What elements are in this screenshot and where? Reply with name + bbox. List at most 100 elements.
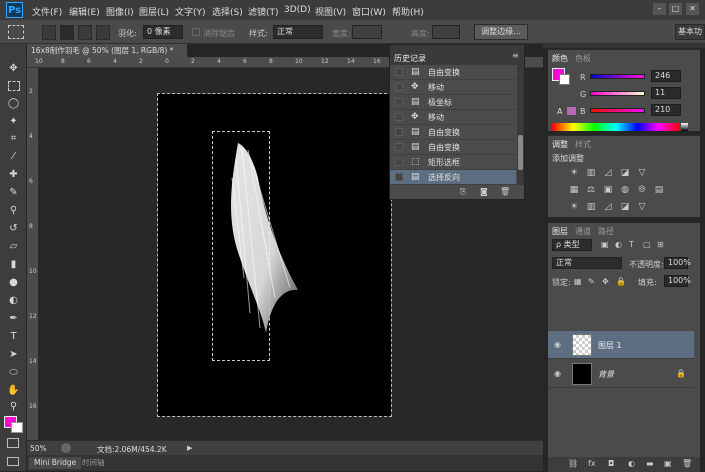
gradient-map-icon[interactable]: ▽ xyxy=(636,202,648,212)
history-brush-icon[interactable]: ↺ xyxy=(5,222,22,235)
move-tool-icon[interactable]: ✥ xyxy=(5,62,22,75)
history-item[interactable]: ▤ 自由变换 xyxy=(390,65,516,80)
style-select[interactable]: 正常 xyxy=(273,25,323,39)
history-checkbox[interactable] xyxy=(395,83,403,91)
background-color-swatch[interactable] xyxy=(559,74,570,85)
restore-button[interactable]: □ xyxy=(669,3,682,15)
tab-mini-bridge[interactable]: Mini Bridge xyxy=(29,457,82,469)
blend-mode-select[interactable]: 正常 xyxy=(552,257,622,269)
history-scrollbar[interactable] xyxy=(517,65,524,185)
stamp-tool-icon[interactable]: ⚲ xyxy=(5,204,22,217)
link-layers-icon[interactable]: ⛓ xyxy=(568,459,578,468)
snapshot-icon[interactable]: ⎘ xyxy=(460,187,466,197)
history-checkbox[interactable] xyxy=(395,158,403,166)
screen-mode-icon[interactable] xyxy=(7,457,19,466)
dodge-tool-icon[interactable]: ◐ xyxy=(5,294,22,307)
tab-paths[interactable]: 路径 xyxy=(598,226,614,237)
lock-transparent-icon[interactable]: ▦ xyxy=(574,277,582,286)
filter-adjust-icon[interactable]: ◐ xyxy=(615,240,622,249)
history-item[interactable]: ⬚ 矩形选框 xyxy=(390,155,516,170)
layer-name[interactable]: 背景 xyxy=(598,369,614,380)
exposure-icon[interactable]: ◪ xyxy=(619,168,631,178)
marquee-preset-icon[interactable] xyxy=(8,25,24,39)
menu-edit[interactable]: 编辑(E) xyxy=(69,5,100,18)
filter-type-icon[interactable]: T xyxy=(629,240,634,249)
tab-styles[interactable]: 样式 xyxy=(575,139,591,150)
zoom-tool-icon[interactable]: ⚲ xyxy=(5,400,22,413)
brush-tool-icon[interactable]: ✎ xyxy=(5,186,22,199)
tab-channels[interactable]: 通道 xyxy=(575,226,591,237)
hand-tool-icon[interactable]: ✋ xyxy=(5,384,22,397)
panel-menu-icon[interactable]: ≡ xyxy=(512,51,519,60)
layer-name[interactable]: 图层 1 xyxy=(598,340,622,351)
menu-layer[interactable]: 图层(L) xyxy=(139,5,169,18)
fill-input[interactable]: 100% xyxy=(664,275,691,287)
intersect-selection-icon[interactable] xyxy=(96,25,110,40)
shape-tool-icon[interactable]: ⬭ xyxy=(5,366,22,379)
red-slider[interactable] xyxy=(590,74,645,79)
bw-icon[interactable]: ▣ xyxy=(602,185,614,195)
tab-layers[interactable]: 图层 xyxy=(552,226,568,237)
history-checkbox[interactable] xyxy=(395,98,403,106)
invert-icon[interactable]: ☀ xyxy=(568,202,580,212)
history-checkbox[interactable] xyxy=(395,128,403,136)
menu-select[interactable]: 选择(S) xyxy=(212,5,243,18)
close-button[interactable]: ✕ xyxy=(686,3,699,15)
black-white-bar[interactable] xyxy=(681,123,688,131)
color-balance-icon[interactable]: ⚖ xyxy=(585,185,597,195)
gamut-swatch[interactable] xyxy=(567,107,576,115)
menu-3d[interactable]: 3D(D) xyxy=(284,5,311,15)
hue-sat-icon[interactable]: ▦ xyxy=(568,185,580,195)
visibility-eye-icon[interactable]: ◉ xyxy=(554,340,561,349)
new-layer-icon[interactable]: ▣ xyxy=(664,459,672,468)
vibrance-icon[interactable]: ▽ xyxy=(636,168,648,178)
menu-image[interactable]: 图像(I) xyxy=(106,5,134,18)
history-item[interactable]: ✥ 移动 xyxy=(390,80,516,95)
layer-style-icon[interactable]: fx xyxy=(588,459,596,468)
gamut-warning-icon[interactable]: A xyxy=(557,107,562,116)
healing-brush-icon[interactable]: ✚ xyxy=(5,168,22,181)
menu-window[interactable]: 窗口(W) xyxy=(352,5,386,18)
status-arrow-icon[interactable]: ▶ xyxy=(187,444,192,452)
blur-tool-icon[interactable]: ● xyxy=(5,276,22,289)
width-input[interactable] xyxy=(352,25,382,39)
lock-pixels-icon[interactable]: ✎ xyxy=(588,277,595,286)
layer-filter-select[interactable]: ρ 类型 xyxy=(552,239,592,251)
green-value-input[interactable]: 11 xyxy=(651,87,681,99)
history-checkbox[interactable] xyxy=(395,173,403,181)
menu-type[interactable]: 文字(Y) xyxy=(175,5,206,18)
trash-icon[interactable]: 🗑 xyxy=(500,187,510,196)
document-tab[interactable]: 16x8制作羽毛 @ 50% (图层 1, RGB/8) * xyxy=(27,44,187,57)
blue-value-input[interactable]: 210 xyxy=(651,104,681,116)
menu-filter[interactable]: 滤镜(T) xyxy=(248,5,279,18)
blue-slider[interactable] xyxy=(590,108,645,113)
lasso-tool-icon[interactable]: ◯ xyxy=(5,97,22,110)
channel-mixer-icon[interactable]: ⦾ xyxy=(636,185,648,195)
history-title[interactable]: 历史记录 xyxy=(394,53,426,64)
background-color-swatch[interactable] xyxy=(11,422,23,433)
filter-smart-icon[interactable]: ⊞ xyxy=(657,240,664,249)
red-value-input[interactable]: 246 xyxy=(651,70,681,82)
delete-layer-icon[interactable]: 🗑 xyxy=(682,459,692,468)
tab-adjustments[interactable]: 调整 xyxy=(552,139,568,150)
quick-mask-icon[interactable] xyxy=(7,438,19,448)
add-mask-icon[interactable]: ◘ xyxy=(608,459,614,468)
history-item[interactable]: ▤ 自由变换 xyxy=(390,125,516,140)
crop-tool-icon[interactable]: ⌗ xyxy=(5,132,22,145)
camera-icon[interactable]: ◙ xyxy=(480,187,488,196)
history-checkbox[interactable] xyxy=(395,143,403,151)
history-item[interactable]: ✥ 移动 xyxy=(390,110,516,125)
zoom-level[interactable]: 50% xyxy=(30,444,47,453)
color-lookup-icon[interactable]: ▤ xyxy=(653,185,665,195)
refine-edge-button[interactable]: 调整边缘... xyxy=(474,24,528,40)
layer-row-layer1[interactable]: ◉ 图层 1 xyxy=(548,331,694,359)
new-adjustment-icon[interactable]: ◐ xyxy=(628,459,635,468)
minimize-button[interactable]: – xyxy=(653,3,666,15)
scroll-thumb[interactable] xyxy=(518,135,523,170)
curves-icon[interactable]: ◿ xyxy=(602,168,614,178)
history-item[interactable]: ▤ 自由变换 xyxy=(390,140,516,155)
history-checkbox[interactable] xyxy=(395,113,403,121)
brightness-icon[interactable]: ☀ xyxy=(568,168,580,178)
status-menu-icon[interactable] xyxy=(61,443,71,453)
history-item[interactable]: ▤ 选择反向 xyxy=(390,170,516,185)
